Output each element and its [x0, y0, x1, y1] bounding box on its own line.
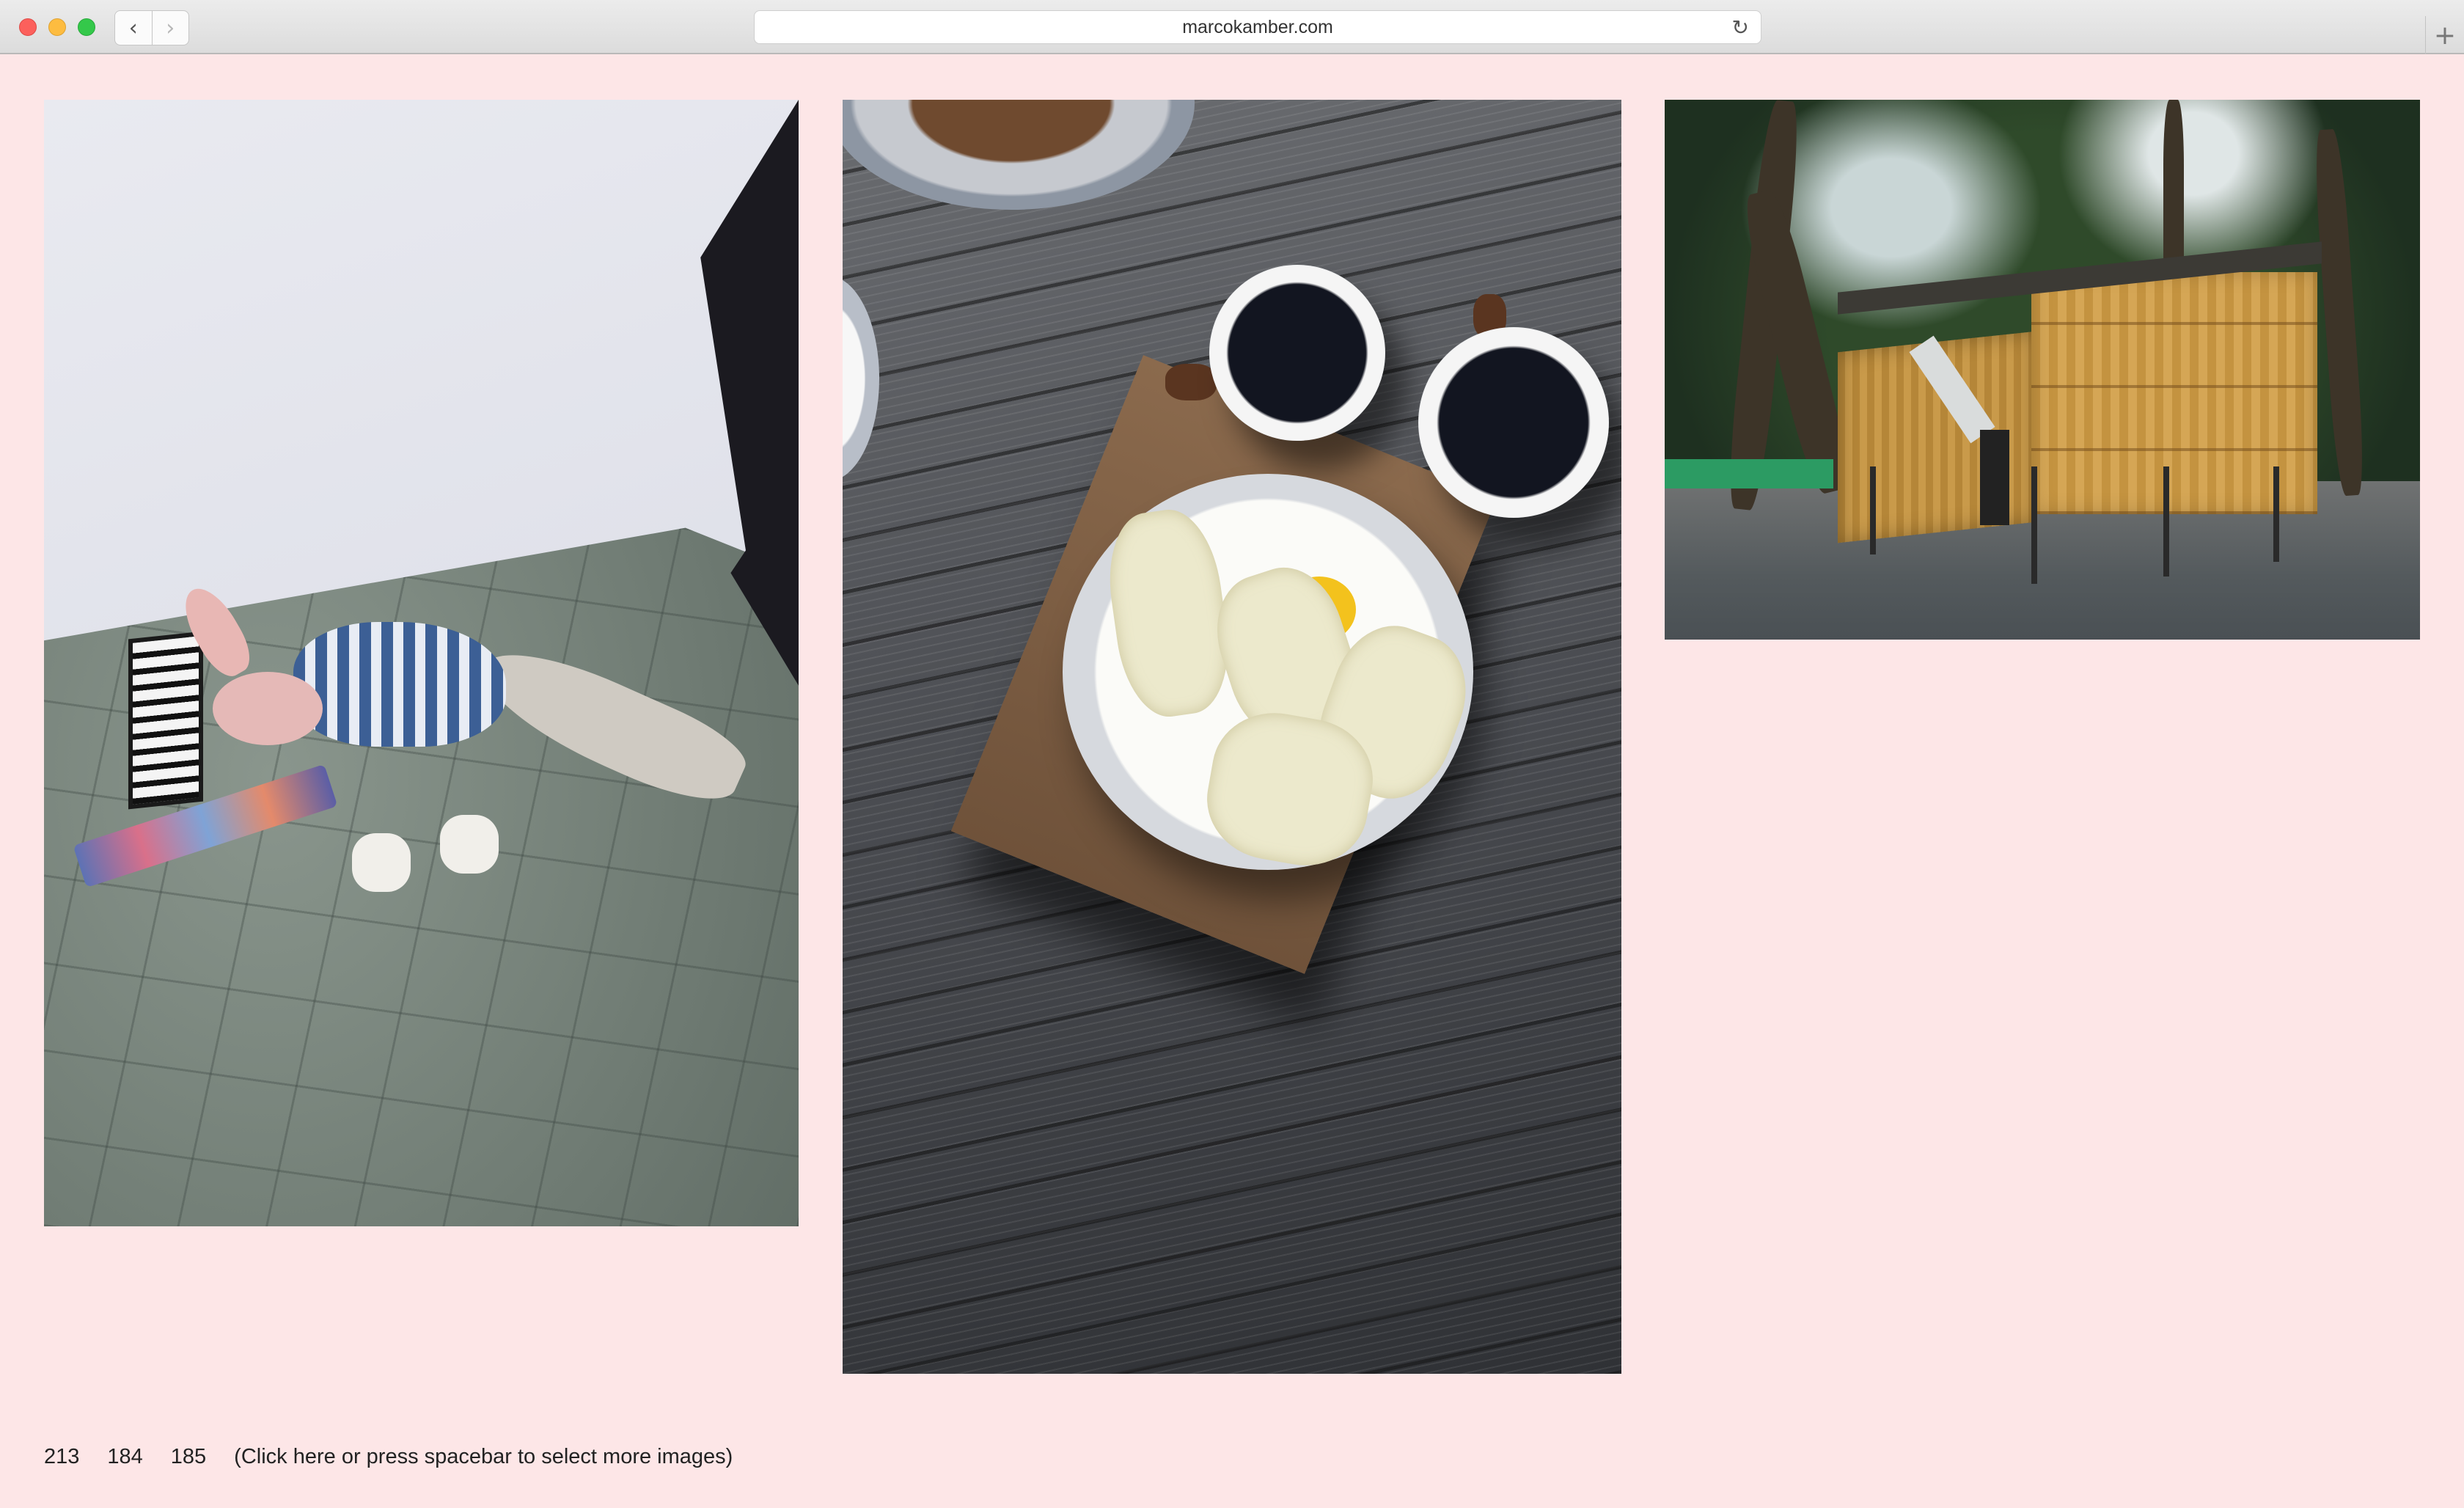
toy-striped-sweater-shape — [293, 622, 506, 747]
new-tab-button[interactable]: + — [2425, 16, 2464, 54]
photo-plush-toy-on-tiled-floor[interactable] — [44, 100, 799, 1226]
image-number-2: 184 — [107, 1445, 143, 1468]
address-bar[interactable]: marcokamber.com ↻ — [754, 10, 1761, 44]
image-number-3: 185 — [170, 1445, 207, 1468]
navigation-buttons: ‹ › — [114, 10, 189, 45]
image-number-1: 213 — [44, 1445, 80, 1468]
url-text: marcokamber.com — [1182, 16, 1333, 37]
fullscreen-window-button[interactable] — [78, 18, 95, 36]
coffee-cup-shape — [1209, 265, 1385, 441]
chevron-left-icon: ‹ — [128, 15, 138, 41]
close-window-button[interactable] — [19, 18, 37, 36]
select-more-images-link[interactable]: (Click here or press spacebar to select … — [234, 1445, 733, 1469]
toy-foot-shape — [352, 833, 411, 892]
post-shape — [1870, 466, 1876, 554]
plus-icon: + — [2433, 20, 2457, 51]
chevron-right-icon: › — [166, 15, 175, 41]
toy-head-shape — [213, 672, 323, 745]
reload-icon[interactable]: ↻ — [1732, 15, 1749, 40]
green-tarp-shape — [1665, 459, 1833, 488]
image-footer: 213 184 185 (Click here or press spaceba… — [44, 1445, 733, 1469]
toy-keyboard-shape — [128, 631, 203, 810]
minimize-window-button[interactable] — [48, 18, 66, 36]
post-shape — [2163, 466, 2169, 577]
back-button[interactable]: ‹ — [115, 11, 152, 45]
coffee-cup-shape — [1418, 327, 1609, 518]
forward-button[interactable]: › — [151, 11, 189, 45]
post-shape — [2031, 466, 2037, 584]
photo-breakfast-on-wooden-table[interactable] — [843, 100, 1621, 1374]
toy-foot-shape — [440, 815, 499, 874]
cup-handle-shape — [1165, 364, 1217, 400]
hut-door-shape — [1980, 430, 2009, 525]
browser-toolbar: ‹ › marcokamber.com ↻ + — [0, 0, 2464, 54]
photo-wooden-hut-in-forest[interactable] — [1665, 100, 2420, 640]
post-shape — [2273, 466, 2279, 562]
